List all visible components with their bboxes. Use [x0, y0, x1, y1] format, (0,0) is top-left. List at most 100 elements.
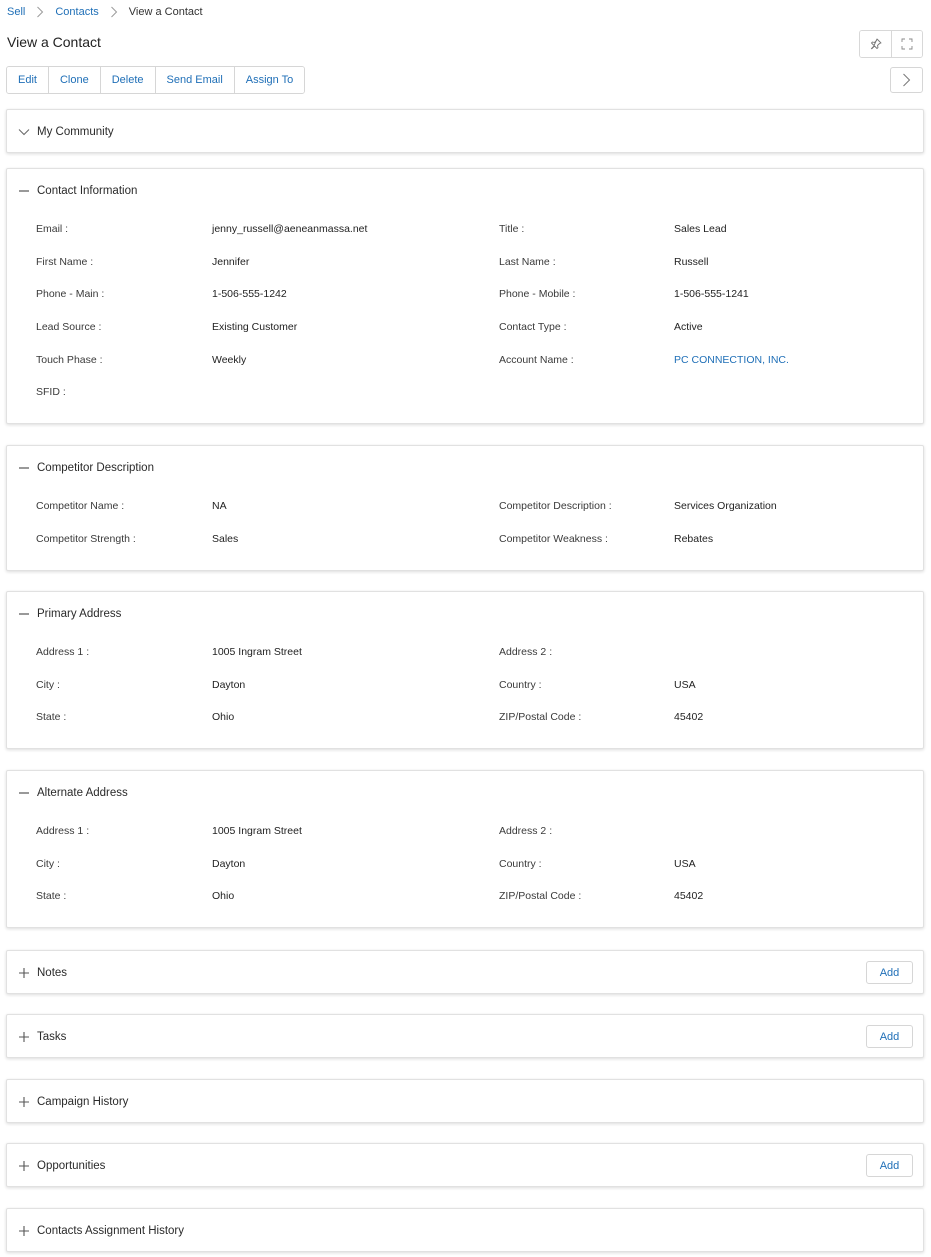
plus-icon — [18, 1031, 30, 1043]
section-header-notes[interactable]: Notes Add — [7, 951, 923, 994]
field-label-state: State : — [36, 890, 67, 903]
field-value-city: Dayton — [212, 678, 246, 691]
breadcrumb-current: View a Contact — [128, 6, 203, 18]
breadcrumb-separator-icon — [25, 6, 55, 18]
section-title: Opportunities — [37, 1159, 106, 1172]
breadcrumb-separator-icon — [99, 6, 129, 18]
breadcrumb-link-sell[interactable]: Sell — [7, 6, 25, 18]
field-value-address-1: 1005 Ingram Street — [212, 646, 302, 658]
section-contact-information: Contact Information Email : jenny_russel… — [6, 168, 924, 424]
field-label-account-name: Account Name : — [499, 353, 574, 366]
field-label-address-2: Address 2 : — [499, 825, 553, 837]
field-label-address-1: Address 1 : — [36, 825, 90, 837]
section-alternate-address: Alternate Address Address 1 : 1005 Ingra… — [6, 770, 924, 928]
next-record-button[interactable] — [890, 67, 923, 93]
field-value-lead-source: Existing Customer — [212, 321, 298, 334]
action-toolbar: Edit Clone Delete Send Email Assign To — [6, 66, 306, 94]
field-label-competitor-weakness: Competitor Weakness : — [499, 532, 608, 545]
field-row: City : Dayton Country : USA — [7, 670, 923, 703]
send-email-button[interactable]: Send Email — [154, 67, 234, 93]
field-label-city: City : — [36, 857, 60, 870]
field-row: Address 1 : 1005 Ingram Street Address 2… — [7, 637, 923, 670]
edit-button[interactable]: Edit — [7, 67, 48, 93]
field-label-last-name: Last Name : — [499, 255, 556, 268]
field-label-state: State : — [36, 711, 67, 724]
field-label-lead-source: Lead Source : — [36, 321, 102, 334]
field-value-phone-mobile: 1-506-555-1241 — [674, 288, 749, 301]
add-opportunity-button[interactable]: Add — [866, 1154, 913, 1177]
section-header-contacts-assignment-history[interactable]: Contacts Assignment History — [7, 1209, 923, 1252]
field-row: State : Ohio ZIP/Postal Code : 45402 — [7, 702, 923, 735]
add-note-button[interactable]: Add — [866, 961, 913, 984]
field-value-country: USA — [674, 678, 696, 691]
field-label-title: Title : — [499, 223, 525, 235]
field-label-contact-type: Contact Type : — [499, 321, 567, 334]
field-value-address-1: 1005 Ingram Street — [212, 825, 302, 837]
minus-icon — [18, 608, 30, 620]
field-row: City : Dayton Country : USA — [7, 849, 923, 882]
field-value-title: Sales Lead — [674, 223, 727, 235]
section-my-community: My Community — [6, 109, 924, 153]
breadcrumb: Sell Contacts View a Contact — [7, 5, 203, 19]
field-row: Email : jenny_russell@aeneanmassa.net Ti… — [7, 214, 923, 247]
field-label-competitor-name: Competitor Name : — [36, 500, 125, 512]
section-header-competitor-description[interactable]: Competitor Description — [7, 446, 923, 489]
field-label-email: Email : — [36, 223, 69, 235]
add-task-button[interactable]: Add — [866, 1025, 913, 1048]
section-header-primary-address[interactable]: Primary Address — [7, 592, 923, 635]
section-campaign-history: Campaign History — [6, 1079, 924, 1123]
field-row: Competitor Name : NA Competitor Descript… — [7, 491, 923, 524]
section-contacts-assignment-history: Contacts Assignment History — [6, 1208, 924, 1252]
minus-icon — [18, 185, 30, 197]
field-value-touch-phase: Weekly — [212, 353, 247, 366]
field-row: Address 1 : 1005 Ingram Street Address 2… — [7, 816, 923, 849]
chevron-down-icon — [18, 126, 30, 138]
field-label-address-2: Address 2 : — [499, 646, 553, 658]
section-header-campaign-history[interactable]: Campaign History — [7, 1080, 923, 1123]
field-value-state: Ohio — [212, 711, 235, 724]
section-title: Primary Address — [37, 607, 122, 620]
section-notes: Notes Add — [6, 950, 924, 994]
field-value-phone-main: 1-506-555-1242 — [212, 288, 287, 301]
field-value-zip: 45402 — [674, 890, 704, 903]
field-label-address-1: Address 1 : — [36, 646, 90, 658]
delete-button[interactable]: Delete — [99, 67, 155, 93]
field-label-competitor-strength: Competitor Strength : — [36, 532, 136, 545]
field-value-first-name: Jennifer — [212, 255, 250, 268]
section-header-tasks[interactable]: Tasks Add — [7, 1015, 923, 1058]
section-header-my-community[interactable]: My Community — [7, 110, 923, 153]
field-row: First Name : Jennifer Last Name : Russel… — [7, 247, 923, 280]
field-label-city: City : — [36, 678, 60, 691]
field-value-country: USA — [674, 857, 696, 870]
view-tools — [859, 30, 923, 58]
field-value-state: Ohio — [212, 890, 235, 903]
field-label-competitor-description: Competitor Description : — [499, 500, 612, 512]
section-title: My Community — [37, 125, 114, 138]
section-title: Campaign History — [37, 1095, 129, 1108]
field-value-contact-type: Active — [674, 321, 703, 334]
plus-icon — [18, 1160, 30, 1172]
section-title: Tasks — [37, 1030, 67, 1043]
breadcrumb-link-contacts[interactable]: Contacts — [55, 6, 98, 18]
fullscreen-button[interactable] — [891, 31, 922, 57]
section-title: Alternate Address — [37, 786, 128, 799]
clone-button[interactable]: Clone — [47, 67, 100, 93]
field-label-phone-mobile: Phone - Mobile : — [499, 288, 576, 301]
page-title: View a Contact — [7, 34, 101, 50]
minus-icon — [18, 787, 30, 799]
field-label-touch-phase: Touch Phase : — [36, 353, 103, 366]
plus-icon — [18, 967, 30, 979]
assign-to-button[interactable]: Assign To — [233, 67, 305, 93]
field-row: Touch Phase : Weekly Account Name : PC C… — [7, 345, 923, 378]
field-value-competitor-weakness: Rebates — [674, 532, 714, 545]
section-tasks: Tasks Add — [6, 1014, 924, 1058]
section-header-opportunities[interactable]: Opportunities Add — [7, 1144, 923, 1187]
field-label-country: Country : — [499, 678, 542, 691]
account-name-link[interactable]: PC CONNECTION, INC. — [674, 354, 789, 366]
pin-button[interactable] — [860, 31, 891, 57]
pin-icon — [870, 38, 882, 50]
section-header-contact-information[interactable]: Contact Information — [7, 169, 923, 212]
section-header-alternate-address[interactable]: Alternate Address — [7, 771, 923, 814]
field-label-sfid: SFID : — [36, 386, 66, 399]
section-title: Notes — [37, 966, 68, 979]
